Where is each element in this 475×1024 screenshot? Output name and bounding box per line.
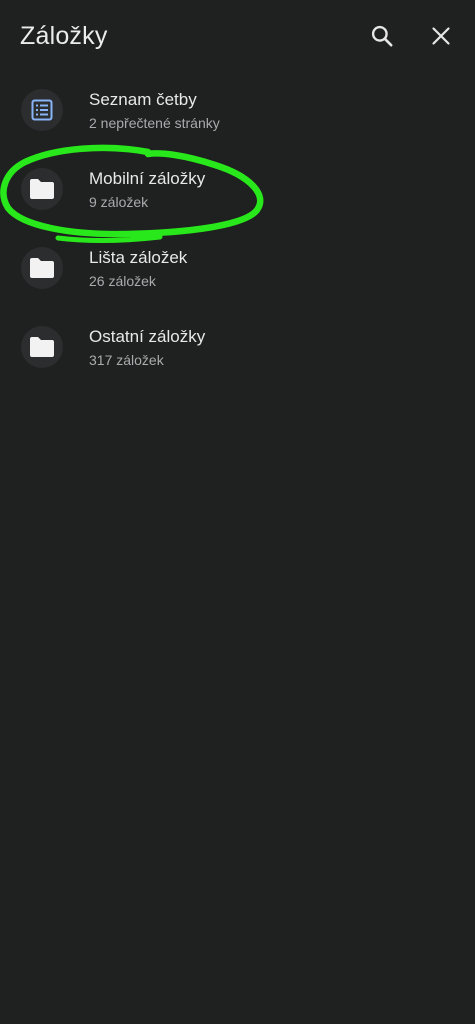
- page-title: Záložky: [20, 22, 108, 50]
- list-item-other-bookmarks[interactable]: Ostatní záložky 317 záložek: [0, 305, 475, 384]
- icon-container: [21, 326, 63, 368]
- icon-container: [21, 89, 63, 131]
- search-icon: [371, 25, 393, 47]
- folder-icon: [30, 258, 54, 278]
- reading-list-icon: [31, 99, 53, 121]
- icon-container: [21, 247, 63, 289]
- icon-container: [21, 168, 63, 210]
- list-item-title: Lišta záložek: [89, 248, 188, 267]
- search-button[interactable]: [364, 18, 400, 54]
- list-item-title: Ostatní záložky: [89, 327, 206, 346]
- list-item-title: Mobilní záložky: [89, 169, 206, 188]
- top-app-bar: Záložky: [0, 0, 475, 72]
- close-button[interactable]: [423, 18, 459, 54]
- folder-icon: [30, 179, 54, 199]
- list-item-subtitle: 317 záložek: [89, 352, 164, 368]
- list-item-reading-list[interactable]: Seznam četby 2 nepřečtené stránky: [0, 68, 475, 147]
- list-item-subtitle: 9 záložek: [89, 194, 149, 210]
- folder-icon: [30, 337, 54, 357]
- bookmark-list: Seznam četby 2 nepřečtené stránky Mobiln…: [0, 68, 475, 384]
- list-item-subtitle: 2 nepřečtené stránky: [89, 115, 220, 131]
- list-item-title: Seznam četby: [89, 90, 197, 109]
- list-item-subtitle: 26 záložek: [89, 273, 156, 289]
- close-icon: [432, 27, 450, 45]
- list-item-mobile-bookmarks[interactable]: Mobilní záložky 9 záložek: [0, 147, 475, 226]
- list-item-bookmarks-bar[interactable]: Lišta záložek 26 záložek: [0, 226, 475, 305]
